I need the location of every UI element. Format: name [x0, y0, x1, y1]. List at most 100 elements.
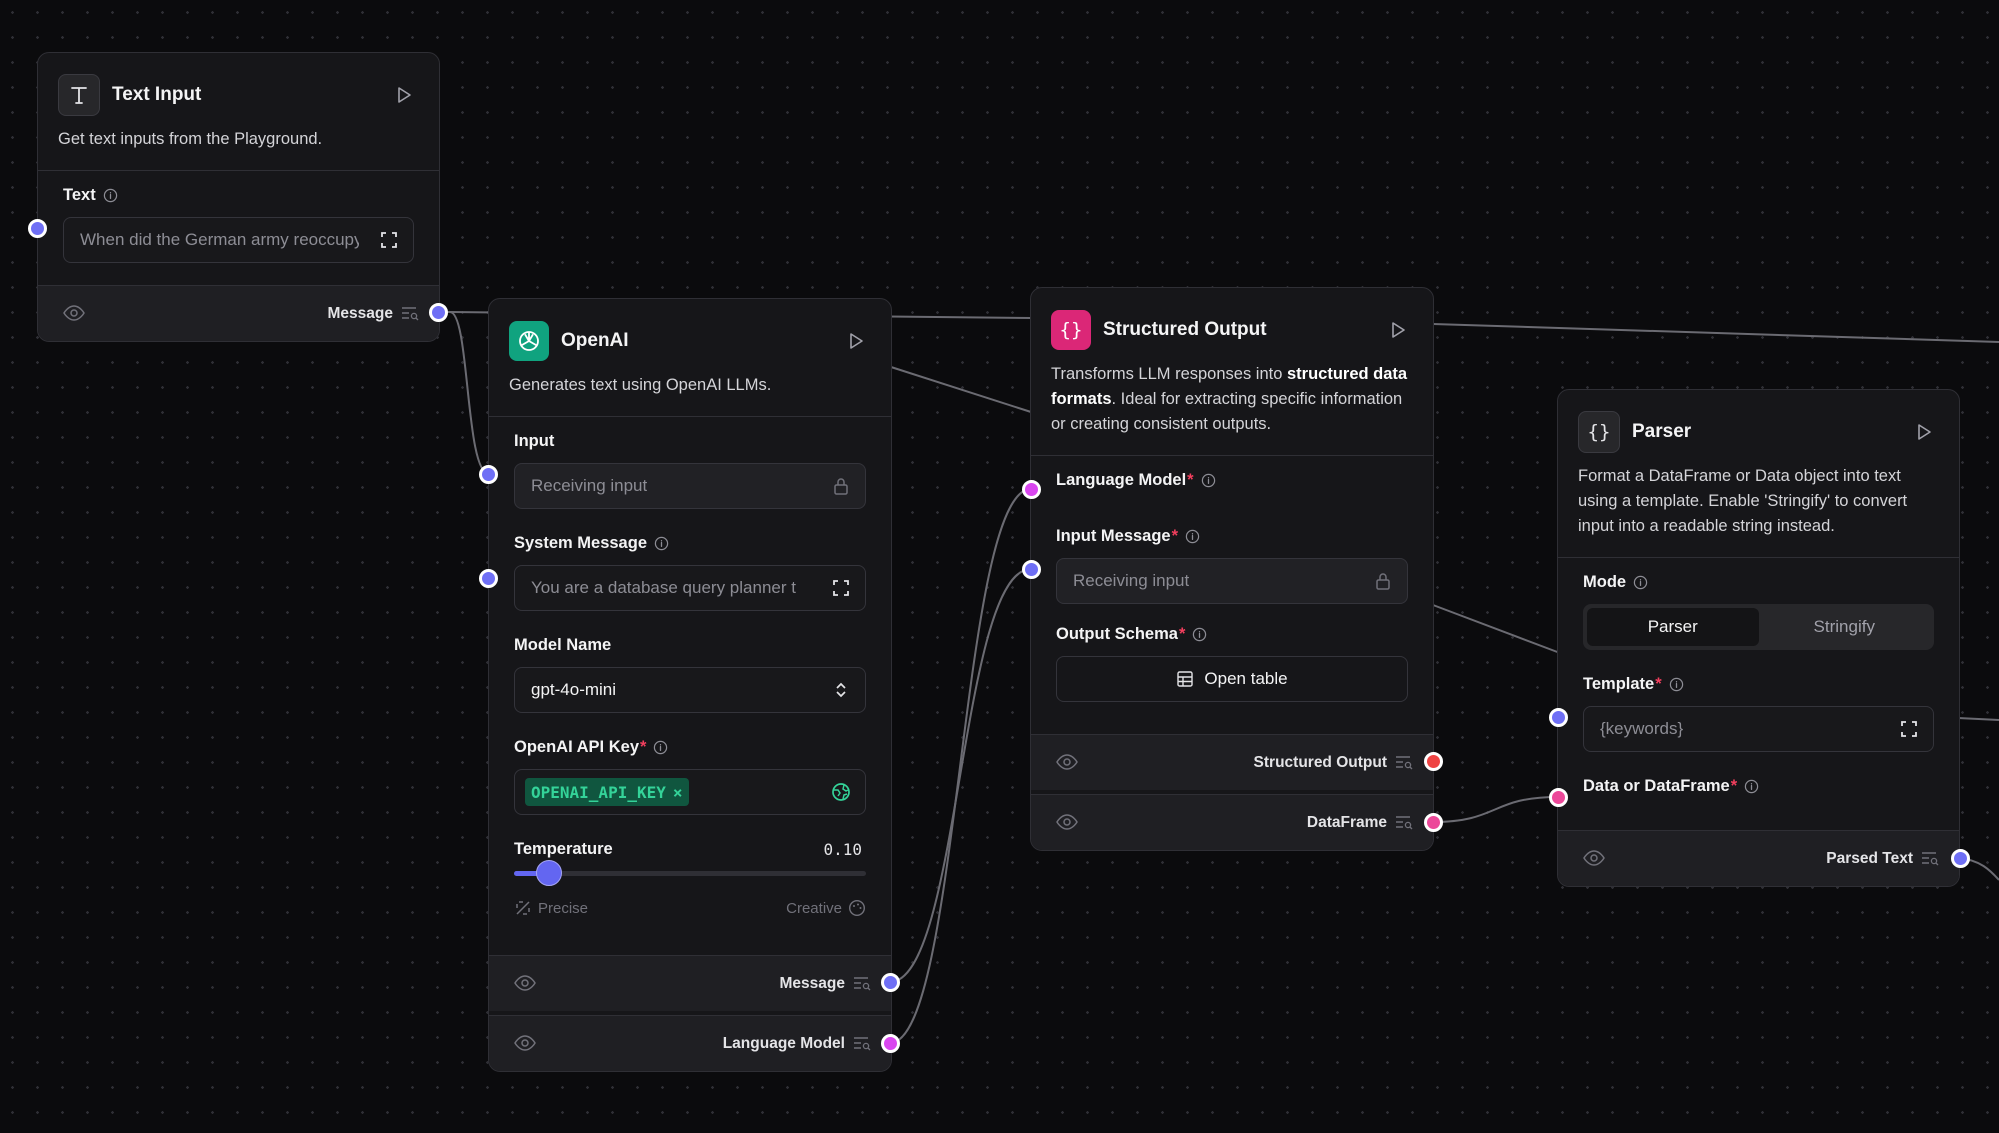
parser-data-handle[interactable]: [1549, 788, 1568, 807]
text-input-message-handle[interactable]: [429, 303, 448, 322]
api-key-badge[interactable]: OPENAI_API_KEY ×: [525, 778, 689, 806]
edge-openai-parser[interactable]: [890, 366, 1032, 413]
open-table-button[interactable]: Open table: [1056, 656, 1408, 702]
structured-input-message-handle[interactable]: [1022, 560, 1041, 579]
parser-template-handle[interactable]: [1549, 708, 1568, 727]
node-description: Transforms LLM responses into structured…: [1031, 352, 1433, 456]
eye-icon[interactable]: [514, 1034, 536, 1052]
structured-output-node[interactable]: {} Structured Output Transforms LLM resp…: [1030, 287, 1434, 851]
chevron-up-down-icon: [831, 680, 851, 700]
template-value: {keywords}: [1600, 719, 1684, 738]
temperature-field: Temperature 0.10 Precise Creative: [489, 815, 891, 927]
temperature-label: Temperature: [514, 839, 613, 858]
info-icon[interactable]: [1192, 627, 1207, 642]
inspect-output-icon[interactable]: [853, 976, 871, 991]
output-label: Message: [327, 304, 393, 322]
inspect-output-icon[interactable]: [1395, 815, 1413, 830]
template-input[interactable]: {keywords}: [1583, 706, 1934, 752]
field-label: Text: [63, 183, 414, 207]
eye-icon[interactable]: [63, 304, 85, 322]
field-label: Template *: [1583, 672, 1934, 696]
edge-openai-message-structured-input[interactable]: [889, 568, 1032, 983]
field-label: Language Model *: [1056, 468, 1408, 492]
output-schema-label: Output Schema: [1056, 624, 1178, 643]
lock-icon: [1373, 571, 1393, 591]
info-icon[interactable]: [1669, 677, 1684, 692]
info-icon[interactable]: [653, 740, 668, 755]
info-icon[interactable]: [654, 536, 669, 551]
output-row-parsed-text: Parsed Text: [1558, 830, 1959, 886]
edge-structured-right[interactable]: [1432, 323, 1999, 343]
edge-parser-template-right[interactable]: [1957, 717, 1999, 721]
temperature-slider[interactable]: [514, 860, 866, 886]
node-header: {} Parser: [1558, 410, 1959, 454]
edge-openai-model-structured-model[interactable]: [889, 488, 1032, 1044]
structured-output-handle[interactable]: [1424, 752, 1443, 771]
model-name-select[interactable]: gpt-4o-mini: [514, 667, 866, 713]
inspect-output-icon[interactable]: [1395, 755, 1413, 770]
edge-structured-parser-mid[interactable]: [1432, 604, 1561, 654]
field-label: Input: [514, 429, 866, 453]
structured-language-model-handle[interactable]: [1022, 480, 1041, 499]
openai-node[interactable]: OpenAI Generates text using OpenAI LLMs.…: [488, 298, 892, 1072]
mode-stringify-button[interactable]: Stringify: [1759, 608, 1931, 646]
text-input-node[interactable]: Text Input Get text inputs from the Play…: [37, 52, 440, 342]
openai-system-message-handle[interactable]: [479, 569, 498, 588]
info-icon[interactable]: [1185, 529, 1200, 544]
output-row-structured-output: Structured Output: [1031, 734, 1433, 790]
openai-input-handle[interactable]: [479, 465, 498, 484]
precise-label: Precise: [538, 899, 589, 917]
input-field: Input Receiving input: [489, 417, 891, 509]
info-icon[interactable]: [1744, 779, 1759, 794]
system-message-input[interactable]: You are a database query planner t: [514, 565, 866, 611]
open-table-label: Open table: [1204, 669, 1288, 688]
play-icon[interactable]: [1913, 422, 1933, 442]
info-icon[interactable]: [1201, 473, 1216, 488]
input-message-label: Input Message: [1056, 526, 1171, 545]
text-input-left-handle[interactable]: [28, 219, 47, 238]
mode-parser-button[interactable]: Parser: [1587, 608, 1759, 646]
parser-node[interactable]: {} Parser Format a DataFrame or Data obj…: [1557, 389, 1960, 887]
slider-thumb[interactable]: [536, 860, 563, 886]
expand-icon[interactable]: [1899, 719, 1919, 739]
node-title: Text Input: [112, 84, 202, 105]
language-model-label: Language Model: [1056, 470, 1187, 489]
api-key-input[interactable]: OPENAI_API_KEY ×: [514, 769, 866, 815]
inspect-output-icon[interactable]: [1921, 851, 1939, 866]
desc-part-1: Transforms LLM responses into: [1051, 365, 1287, 383]
globe-icon[interactable]: [831, 782, 851, 802]
remove-badge-icon[interactable]: ×: [673, 783, 683, 802]
openai-language-model-handle[interactable]: [881, 1034, 900, 1053]
info-icon[interactable]: [1633, 575, 1648, 590]
input-message-receiving-field: Receiving input: [1056, 558, 1408, 604]
info-icon[interactable]: [103, 188, 118, 203]
mode-field: Mode Parser Stringify: [1558, 558, 1959, 650]
input-label: Input: [514, 431, 555, 450]
field-label: Data or DataFrame *: [1583, 774, 1934, 798]
expand-icon[interactable]: [379, 230, 399, 250]
parser-output-handle[interactable]: [1951, 849, 1970, 868]
play-icon[interactable]: [845, 331, 865, 351]
openai-message-output-handle[interactable]: [881, 973, 900, 992]
text-input-field[interactable]: When did the German army reoccupy: [63, 217, 414, 263]
text-input-value: When did the German army reoccupy: [80, 230, 359, 249]
system-message-value: You are a database query planner t: [531, 578, 796, 597]
expand-icon[interactable]: [831, 578, 851, 598]
inspect-output-icon[interactable]: [401, 306, 419, 321]
eye-icon[interactable]: [514, 974, 536, 992]
eye-icon[interactable]: [1583, 849, 1605, 867]
field-label: Output Schema *: [1056, 622, 1408, 646]
output-label: DataFrame: [1306, 813, 1387, 831]
structured-dataframe-handle[interactable]: [1424, 813, 1443, 832]
play-icon[interactable]: [393, 85, 413, 105]
edge-textinput-openai-input[interactable]: [438, 311, 490, 475]
node-header: {} Structured Output: [1031, 308, 1433, 352]
inspect-output-icon[interactable]: [853, 1036, 871, 1051]
play-icon[interactable]: [1387, 320, 1407, 340]
edge-structured-dataframe-parser-data[interactable]: [1431, 796, 1559, 823]
field-label: Temperature 0.10: [514, 837, 866, 861]
system-message-field: System Message You are a database query …: [489, 509, 891, 611]
eye-icon[interactable]: [1056, 813, 1078, 831]
eye-icon[interactable]: [1056, 753, 1078, 771]
api-key-value: OPENAI_API_KEY: [531, 782, 666, 802]
